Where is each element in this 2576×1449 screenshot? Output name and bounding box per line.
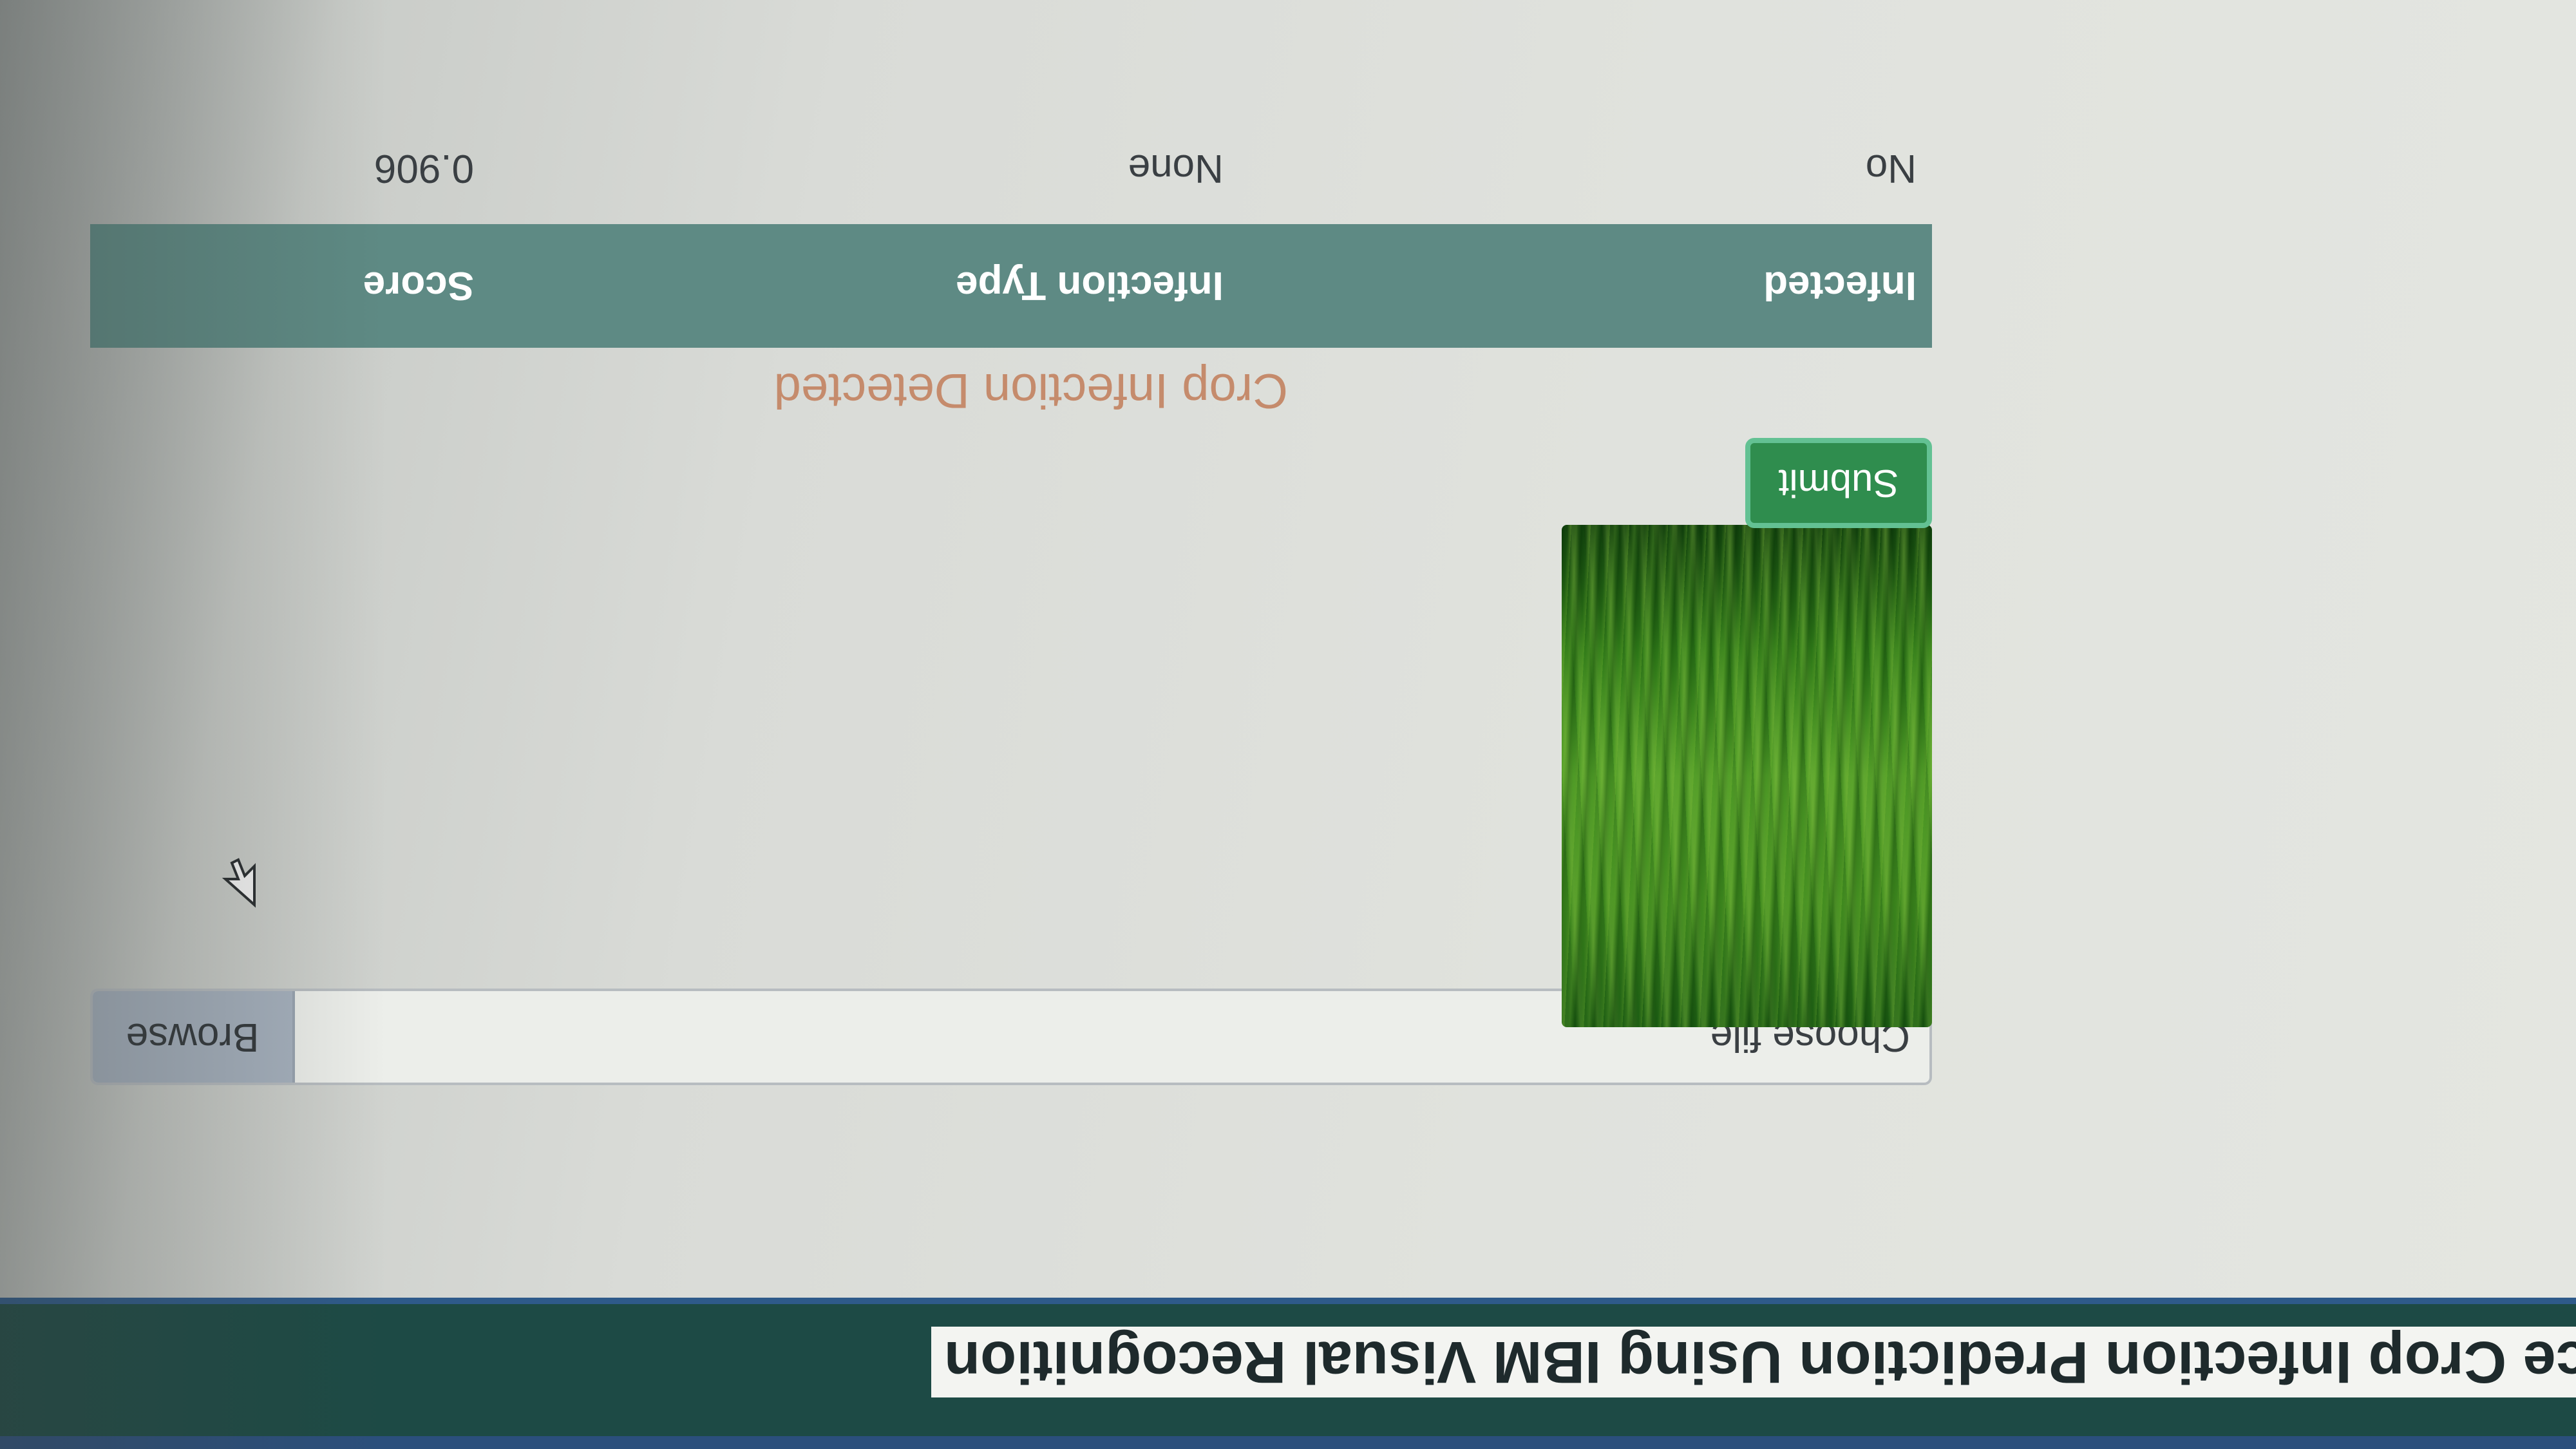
browser-viewport: ce Crop Infection Prediction Using IBM V… [0, 0, 2576, 1449]
crop-preview-image [1562, 525, 1932, 1027]
column-header-infected: Infected [1238, 224, 1932, 348]
navbar: ce Crop Infection Prediction Using IBM V… [0, 1298, 2576, 1436]
cell-score: 0.906 [374, 146, 475, 191]
browse-button[interactable]: Browse [93, 991, 295, 1083]
navbar-edge [0, 1436, 2576, 1449]
cell-infection-type: None [1128, 146, 1224, 191]
page-title: ce Crop Infection Prediction Using IBM V… [931, 1327, 2576, 1397]
cell-infected: No [1865, 146, 1917, 191]
column-header-infection-type: Infection Type [489, 224, 1239, 348]
column-header-score: Score [90, 224, 490, 348]
mouse-pointer-icon [222, 858, 256, 908]
result-heading: Crop Infection Detected [773, 363, 1288, 418]
result-table: Infected Infection Type Score No None 0.… [90, 113, 1932, 348]
table-row: No None 0.906 [90, 113, 1932, 224]
submit-button[interactable]: Submit [1745, 438, 1932, 528]
screen-photo: ce Crop Infection Prediction Using IBM V… [0, 0, 2576, 1449]
table-header-row: Infected Infection Type Score [90, 224, 1932, 348]
